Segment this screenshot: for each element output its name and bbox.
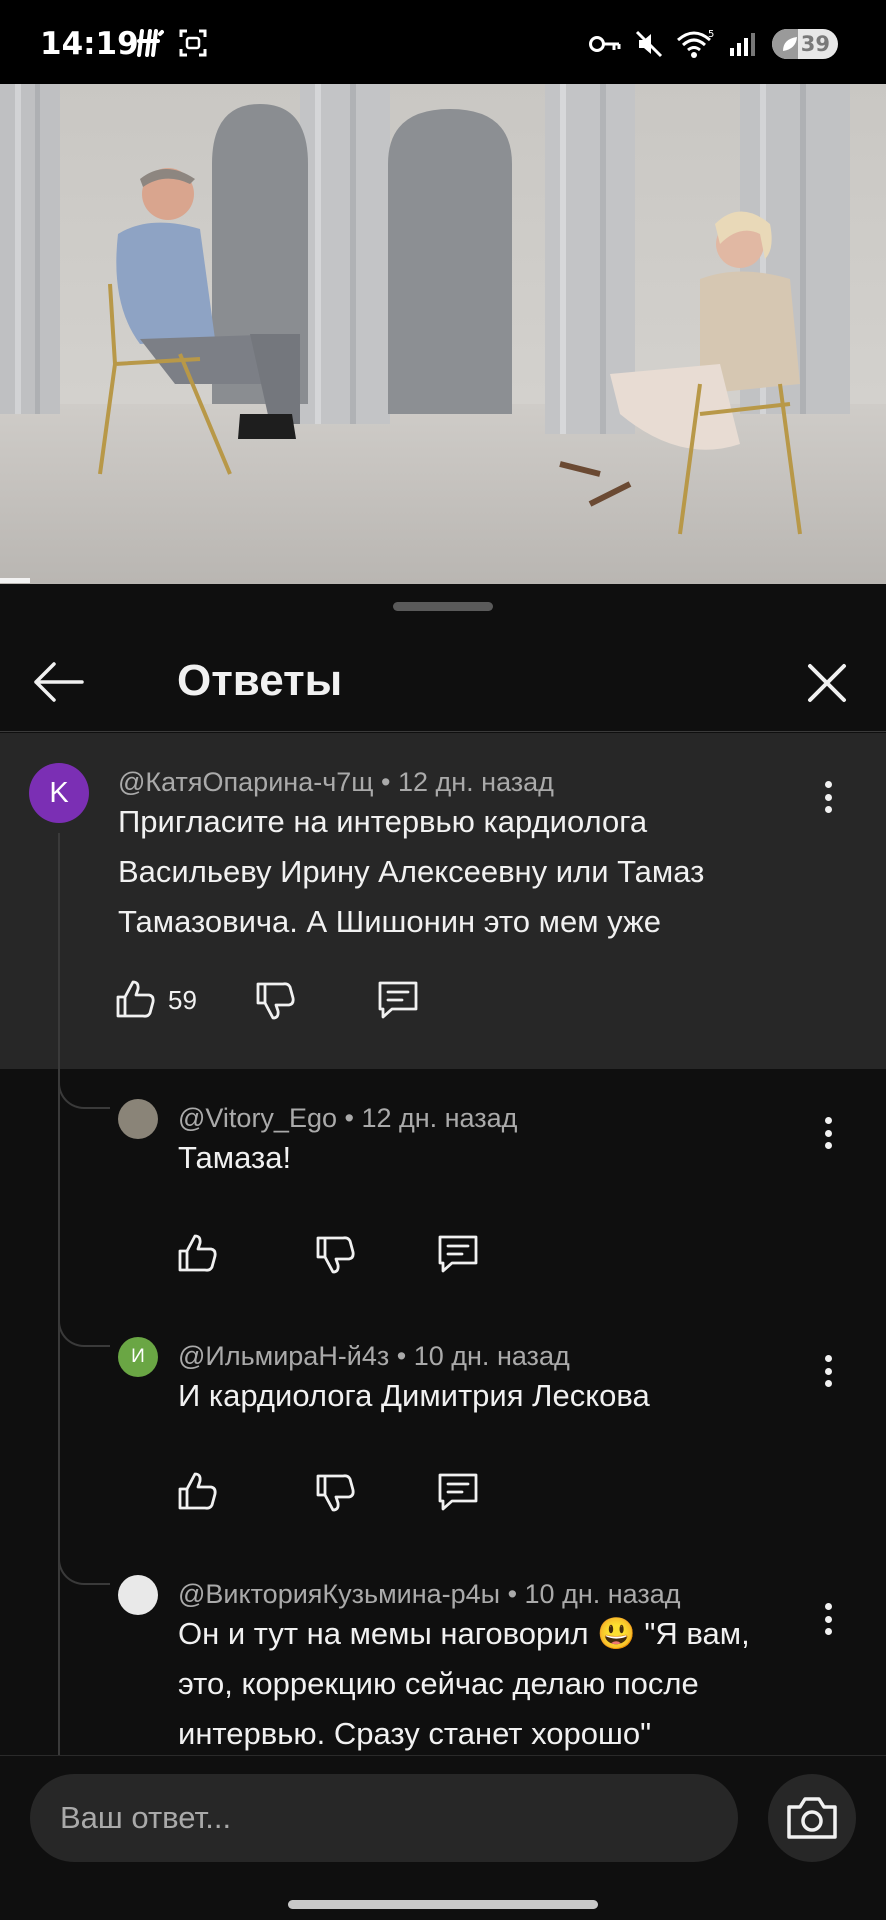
comment-line: Пригласите на интервью кардиолога	[118, 804, 648, 839]
more-options-icon[interactable]	[818, 1349, 838, 1393]
close-icon[interactable]	[800, 656, 854, 710]
avatar[interactable]	[118, 1575, 158, 1615]
reply-comment: @Vitory_Ego • 12 дн. назад Тамаза!	[0, 1069, 886, 1309]
comment-meta[interactable]: @КатяОпарина-ч7щ • 12 дн. назад	[118, 767, 554, 798]
comment-text: И кардиолога Димитрия Лескова	[178, 1371, 818, 1421]
arrow-left-icon[interactable]	[30, 658, 86, 706]
more-options-icon[interactable]	[818, 1597, 838, 1641]
comment-text: Он и тут на мемы наговорил 😃 "Я вам, это…	[178, 1609, 818, 1755]
reply-icon[interactable]	[436, 1231, 480, 1275]
status-time: 14:19	[40, 26, 139, 62]
reply-icon[interactable]	[376, 977, 420, 1021]
battery-level: 39	[800, 32, 830, 56]
reply-input[interactable]	[30, 1774, 738, 1862]
comment-text: Пригласите на интервью кардиолога Василь…	[118, 797, 838, 947]
avatar[interactable]: K	[29, 763, 89, 823]
sheet-title: Ответы	[177, 656, 343, 705]
thumbs-up-icon[interactable]	[176, 1231, 220, 1275]
comment-meta[interactable]: @Vitory_Ego • 12 дн. назад	[178, 1103, 517, 1134]
comment-line: Васильеву Ирину Алексеевну или Тамаз	[118, 854, 705, 889]
thumbs-up-icon[interactable]	[114, 977, 158, 1021]
camera-button[interactable]	[768, 1774, 856, 1862]
reply-comment: @ВикторияКузьмина-р4ы • 10 дн. назад Он …	[0, 1545, 886, 1755]
comment-line: Тамазовича. А Шишонин это мем уже	[118, 904, 661, 939]
drag-handle[interactable]	[393, 602, 493, 611]
battery-icon: 39	[772, 29, 838, 59]
avatar[interactable]	[118, 1099, 158, 1139]
thumbs-up-icon[interactable]	[176, 1469, 220, 1513]
video-player[interactable]	[0, 84, 886, 584]
camera-icon	[787, 1797, 837, 1839]
thumbs-down-icon[interactable]	[254, 979, 298, 1023]
svg-text:5: 5	[708, 29, 714, 40]
reply-icon[interactable]	[436, 1469, 480, 1513]
comment-line: Он и тут на мемы наговорил 😃 "Я вам,	[178, 1616, 750, 1651]
comment-line: интервью. Сразу станет хорошо"	[178, 1716, 652, 1751]
mute-icon	[635, 30, 663, 58]
reply-input-bar	[0, 1755, 886, 1920]
comments-list: K @КатяОпарина-ч7щ • 12 дн. назад Пригла…	[0, 733, 886, 1755]
parent-comment: K @КатяОпарина-ч7щ • 12 дн. назад Пригла…	[0, 733, 886, 1069]
video-frame	[0, 84, 886, 584]
like-count: 59	[168, 985, 197, 1015]
replies-sheet: Ответы K @КатяОпарина-ч7щ • 12 дн. назад…	[0, 584, 886, 1920]
key-icon	[589, 36, 621, 52]
sheet-header: Ответы	[0, 628, 886, 732]
comment-meta[interactable]: @ВикторияКузьмина-р4ы • 10 дн. назад	[178, 1579, 681, 1610]
thread-connector	[58, 1069, 110, 1109]
wifi-icon: 5	[677, 29, 714, 58]
thread-connector	[58, 1545, 110, 1585]
thumbs-down-icon[interactable]	[314, 1471, 358, 1515]
video-progress-bar[interactable]	[0, 578, 31, 583]
avatar[interactable]: И	[118, 1337, 158, 1377]
thumbs-down-icon[interactable]	[314, 1233, 358, 1277]
comment-line: это, коррекцию сейчас делаю после	[178, 1666, 699, 1701]
reply-comment: И @ИльмираН-й4з • 10 дн. назад И кардиол…	[0, 1307, 886, 1547]
comment-text: Тамаза!	[178, 1133, 818, 1183]
comment-line: Тамаза!	[178, 1140, 292, 1175]
signal-icon	[730, 33, 755, 56]
comment-meta[interactable]: @ИльмираН-й4з • 10 дн. назад	[178, 1341, 570, 1372]
screenshot-icon	[179, 29, 207, 57]
thread-connector	[58, 1307, 110, 1347]
more-options-icon[interactable]	[818, 1111, 838, 1155]
status-bar: 14:19 5 39	[0, 0, 886, 84]
more-options-icon[interactable]	[818, 775, 838, 819]
comment-line: И кардиолога Димитрия Лескова	[178, 1378, 650, 1413]
h-icon	[137, 29, 164, 57]
home-indicator[interactable]	[288, 1900, 598, 1909]
